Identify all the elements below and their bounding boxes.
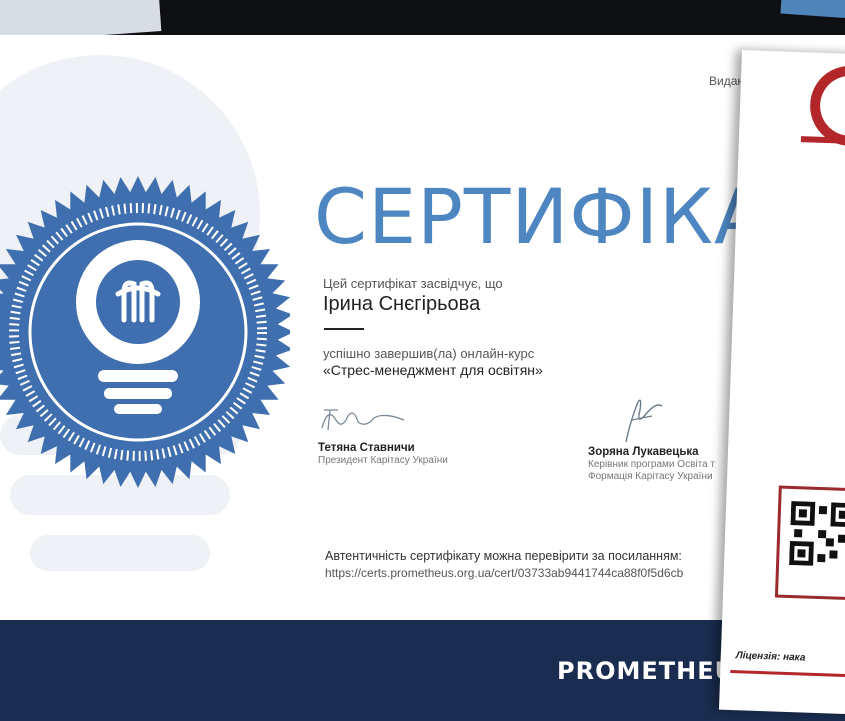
overlay-document: Ліцензія: нака [718, 50, 845, 715]
name-underline [324, 328, 364, 330]
recipient-name: Ірина Снєгірьова [323, 293, 481, 315]
background-top-strip [0, 0, 845, 43]
overlay-qr-frame [774, 485, 845, 601]
verify-url[interactable]: https://certs.prometheus.org.ua/cert/037… [325, 566, 683, 580]
overlay-logo-icon [808, 64, 845, 148]
lightbulb-seal-icon [0, 176, 290, 488]
signer-2-role: Керівник програми Освіта т Формація Карі… [588, 459, 738, 483]
signer-2-role-line1: Керівник програми Освіта т [588, 459, 715, 470]
completed-text: успішно завершив(ла) онлайн-курс [323, 346, 535, 361]
qr-code-icon [789, 500, 845, 566]
course-name: «Стрес-менеджмент для освітян» [323, 362, 543, 378]
signature-1 [321, 409, 405, 431]
signer-2-name: Зоряна Лукавецька [588, 446, 699, 458]
verify-text: Автентичність сертифікату можна перевіри… [325, 549, 682, 563]
background-document-right [780, 0, 845, 19]
certificate-title: СЕРТИФІКА [314, 172, 767, 261]
signature-2 [625, 399, 663, 443]
photo-stage: Виданий СЕРТИФІКА Цей сертифікат засвідч… [0, 0, 845, 721]
watermark-bulb-stripe [30, 535, 210, 571]
certifies-text: Цей сертифікат засвідчує, що [323, 276, 503, 291]
prometheus-logo: PROMETHEU [557, 657, 736, 685]
signer-1-name: Тетяна Ставничи [318, 442, 415, 454]
signer-2-role-line2: Формація Карітасу України [588, 471, 713, 482]
signer-1-role: Президент Карітасу України [318, 455, 448, 466]
